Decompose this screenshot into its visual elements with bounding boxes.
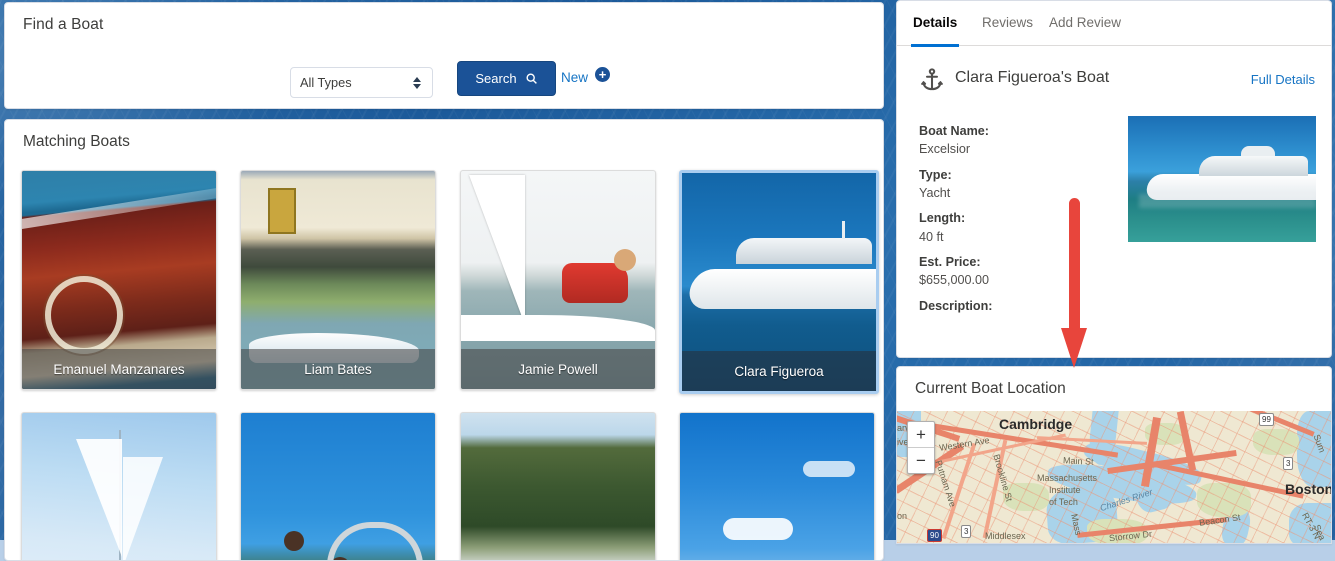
plus-circle-icon[interactable]: + xyxy=(595,67,610,82)
boat-thumbnail xyxy=(461,413,655,560)
map-shield-3b: 3 xyxy=(1283,457,1294,470)
boat-tile[interactable]: Jamie Powell xyxy=(460,170,656,390)
field-label-type: Type: xyxy=(919,167,952,182)
record-header: Clara Figueroa's Boat Full Details xyxy=(897,61,1331,105)
map-label-cambridge: Cambridge xyxy=(999,416,1073,432)
page-title: Find a Boat xyxy=(23,16,104,33)
map-canvas[interactable]: Cambridge Boston Western Ave Putnam Ave … xyxy=(897,411,1331,543)
search-button[interactable]: Search xyxy=(457,61,556,96)
full-details-link[interactable]: Full Details xyxy=(1251,72,1315,87)
boat-owner-label: Emanuel Manzanares xyxy=(22,349,216,389)
field-label-length: Length: xyxy=(919,211,966,226)
boat-owner-label: Liam Bates xyxy=(241,349,435,389)
tab-reviews[interactable]: Reviews xyxy=(980,1,1035,44)
matching-boats-card: Matching Boats Emanuel Manzanares Liam B… xyxy=(4,119,884,561)
boat-tile[interactable]: Liam Bates xyxy=(240,170,436,390)
boat-detail-photo xyxy=(1128,116,1316,242)
search-controls-row: All Types Search New xyxy=(5,59,883,103)
record-title: Clara Figueroa's Boat xyxy=(955,69,1110,86)
map-label-mit-2: Institute xyxy=(1049,485,1081,495)
boat-thumbnail xyxy=(22,413,216,560)
boat-type-select[interactable]: All Types xyxy=(290,67,433,98)
boat-tile-selected[interactable]: Clara Figueroa xyxy=(679,170,879,394)
boat-type-select-value: All Types xyxy=(300,75,352,90)
map-label-boston: Boston xyxy=(1285,481,1331,497)
detail-tabs: Details Reviews Add Review xyxy=(897,1,1331,47)
map-label-mit-1: Massachusetts xyxy=(1037,473,1098,483)
field-label-est-price: Est. Price: xyxy=(919,255,981,270)
map-label-mit-3: of Tech xyxy=(1049,497,1078,507)
boat-tile[interactable]: Emanuel Manzanares xyxy=(21,170,217,390)
annotation-arrow-down xyxy=(1061,198,1087,368)
boat-tile[interactable] xyxy=(21,412,217,560)
tab-add-review[interactable]: Add Review xyxy=(1047,1,1123,44)
new-record-link[interactable]: New xyxy=(561,70,588,85)
field-label-boat-name: Boat Name: xyxy=(919,124,989,138)
map-zoom-controls[interactable]: + − xyxy=(907,421,935,474)
map-shield-99: 99 xyxy=(1259,413,1274,426)
search-button-label: Search xyxy=(475,71,517,86)
left-column: Find a Boat All Types Search New + Match… xyxy=(4,0,884,561)
field-value-est-price: $655,000.00 xyxy=(919,273,990,288)
boat-tile[interactable] xyxy=(460,412,656,560)
search-icon xyxy=(526,73,537,84)
anchor-icon xyxy=(921,68,943,91)
boat-owner-label: Clara Figueroa xyxy=(682,351,876,391)
map-zoom-in-button[interactable]: + xyxy=(908,422,934,448)
map-zoom-out-button[interactable]: − xyxy=(908,448,934,473)
boat-tile[interactable] xyxy=(679,412,875,560)
boat-thumbnail xyxy=(680,413,874,560)
chevron-updown-icon xyxy=(413,76,421,89)
map-shield-i90: 90 xyxy=(927,529,942,542)
map-label-on: on xyxy=(897,511,908,521)
right-column: Details Reviews Add Review Clara Figuero… xyxy=(896,0,1332,544)
tab-details[interactable]: Details xyxy=(911,1,960,47)
map-label-main-st: Main St xyxy=(1062,455,1094,467)
boat-owner-label: Jamie Powell xyxy=(461,349,655,389)
boat-tile[interactable] xyxy=(240,412,436,560)
field-value-boat-name: Excelsior xyxy=(919,142,971,157)
boat-thumbnail xyxy=(241,413,435,560)
find-a-boat-card: Find a Boat All Types Search New + xyxy=(4,2,884,109)
matching-boats-title: Matching Boats xyxy=(23,133,130,150)
field-label-description: Description: xyxy=(919,298,993,313)
field-value-length: 40 ft xyxy=(919,229,944,244)
boat-field-list: Boat Name: Excelsior Type: Yacht Length:… xyxy=(919,124,1119,313)
map-shield-3a: 3 xyxy=(961,525,972,538)
field-value-type: Yacht xyxy=(919,186,951,201)
current-boat-location-card: Current Boat Location Cambridge Boston W… xyxy=(896,366,1332,544)
map-title: Current Boat Location xyxy=(915,380,1066,397)
